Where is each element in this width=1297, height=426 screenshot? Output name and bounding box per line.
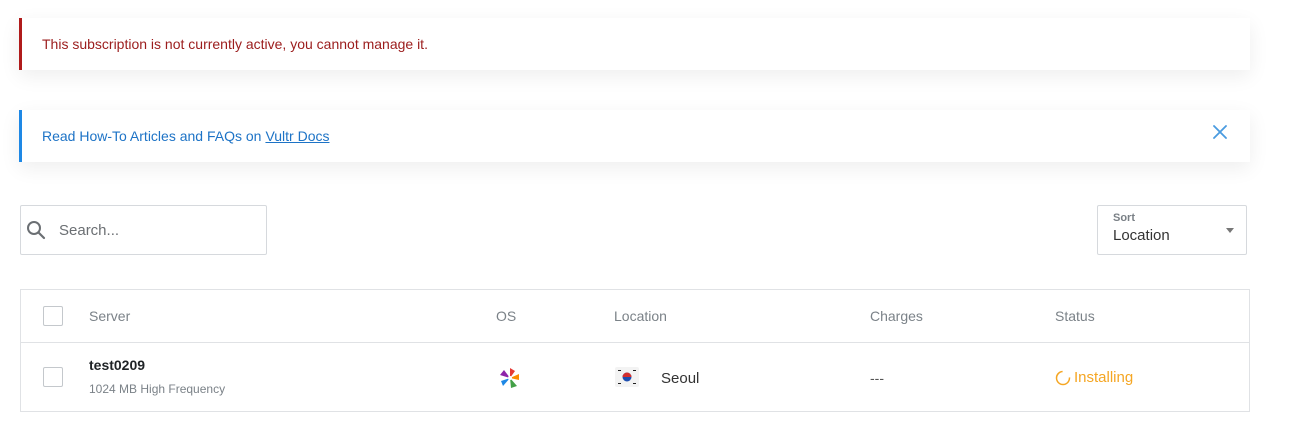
- south-korea-flag-icon: [615, 367, 639, 387]
- vultr-docs-link[interactable]: Vultr Docs: [265, 128, 329, 144]
- table-row[interactable]: test0209 1024 MB High Frequency Seoul --…: [21, 343, 1249, 412]
- column-header-status[interactable]: Status: [1055, 308, 1095, 324]
- server-plan: 1024 MB High Frequency: [89, 382, 226, 396]
- search-icon: [25, 219, 47, 241]
- select-all-checkbox[interactable]: [43, 306, 63, 326]
- sort-label: Sort: [1113, 212, 1135, 224]
- status-text: Installing: [1074, 369, 1134, 386]
- server-location: Seoul: [661, 370, 700, 387]
- sort-value: Location: [1113, 227, 1170, 244]
- server-charges: ---: [870, 370, 884, 386]
- column-header-server[interactable]: Server: [89, 308, 130, 324]
- column-header-os[interactable]: OS: [496, 308, 516, 324]
- server-status: Installing: [1055, 369, 1133, 386]
- search-box[interactable]: [20, 205, 267, 255]
- server-table: Server OS Location Charges Status test02…: [20, 289, 1250, 412]
- info-alert: Read How-To Articles and FAQs on Vultr D…: [19, 110, 1250, 162]
- column-header-charges[interactable]: Charges: [870, 308, 923, 324]
- error-alert: This subscription is not currently activ…: [19, 18, 1250, 70]
- loading-spinner-icon: [1055, 370, 1071, 385]
- search-input[interactable]: [57, 220, 237, 240]
- server-name[interactable]: test0209: [89, 357, 145, 373]
- table-header: Server OS Location Charges Status: [21, 290, 1249, 343]
- info-alert-text: Read How-To Articles and FAQs on: [42, 128, 262, 144]
- chevron-down-icon: [1226, 228, 1234, 233]
- column-header-location[interactable]: Location: [614, 308, 667, 324]
- error-alert-text: This subscription is not currently activ…: [42, 36, 428, 52]
- sort-select[interactable]: Sort Location: [1097, 205, 1247, 255]
- close-icon[interactable]: [1212, 124, 1228, 140]
- pinwheel-os-icon: [497, 365, 523, 391]
- row-checkbox[interactable]: [43, 367, 63, 387]
